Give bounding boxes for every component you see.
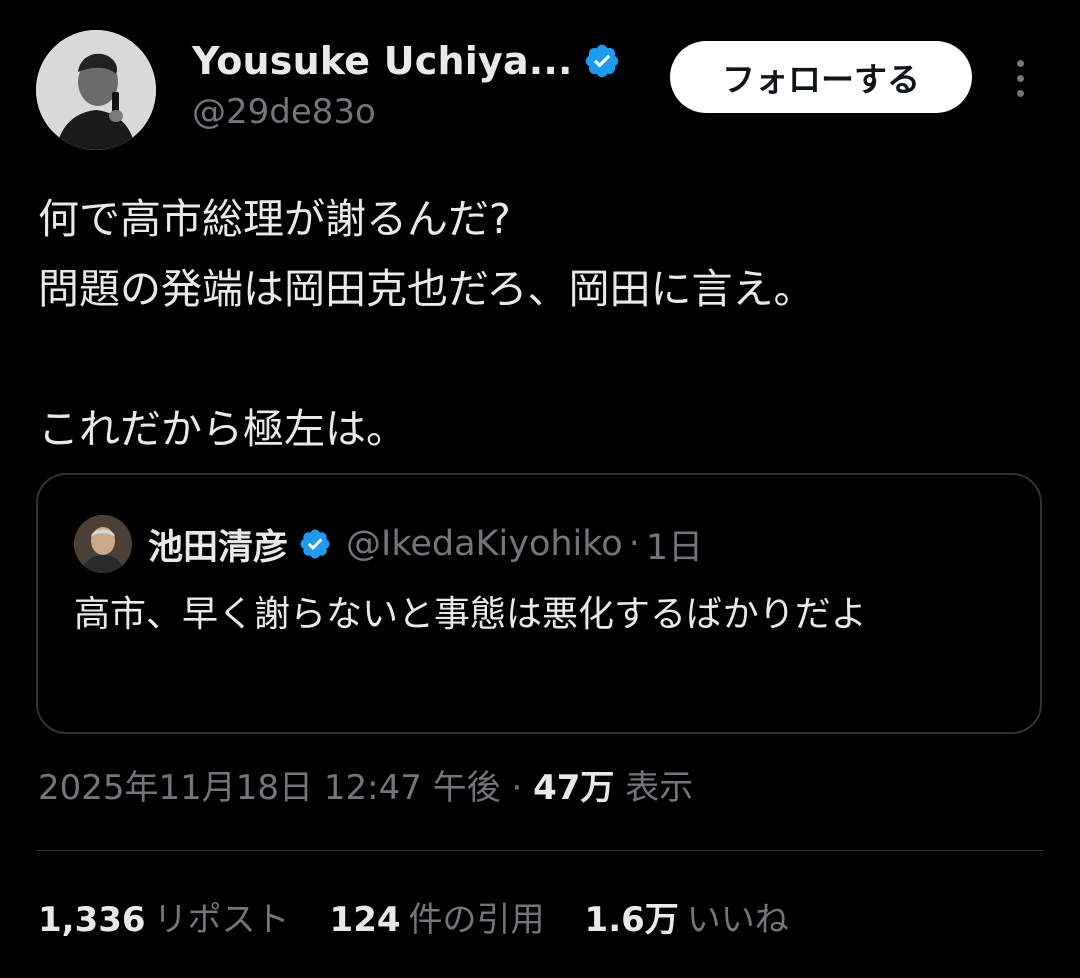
more-dot — [1016, 74, 1024, 82]
tweet-timestamp[interactable]: 2025年11月18日 12:47 午後 — [38, 768, 501, 808]
more-dot — [1016, 59, 1024, 67]
views-label: 表示 — [625, 768, 694, 808]
likes-stat[interactable]: 1.6万 いいね — [585, 892, 789, 941]
reposts-label: リポスト — [153, 900, 290, 940]
author-display-name[interactable]: Yousuke Uchiya... — [192, 39, 573, 83]
verified-badge-icon[interactable] — [298, 527, 332, 561]
engagement-stats: 1,336 リポスト 124 件の引用 1.6万 いいね — [38, 892, 789, 941]
reposts-stat[interactable]: 1,336 リポスト — [38, 892, 290, 941]
quoted-author-handle[interactable]: @IkedaKiyohiko — [346, 524, 623, 564]
tweet-line: 何で高市総理が謝るんだ? — [38, 195, 511, 243]
author-avatar[interactable] — [36, 30, 156, 150]
separator: · — [511, 768, 523, 808]
tweet-header: Yousuke Uchiya... @29de83o フォローする — [0, 0, 1080, 160]
quoted-author-name[interactable]: 池田清彦 — [148, 519, 288, 570]
quoted-author-avatar[interactable] — [74, 515, 132, 573]
separator: · — [628, 524, 640, 564]
more-vertical-icon[interactable] — [1000, 52, 1040, 104]
quotes-stat[interactable]: 124 件の引用 — [330, 892, 545, 941]
tweet-body: 何で高市総理が謝るんだ? 問題の発端は岡田克也だろ、岡田に言え。 これだから極左… — [38, 184, 1048, 464]
quoted-header: 池田清彦 @IkedaKiyohiko · 1日 — [148, 515, 703, 573]
likes-label: いいね — [686, 900, 789, 940]
quotes-label: 件の引用 — [408, 900, 545, 940]
author-handle[interactable]: @29de83o — [192, 92, 376, 132]
verified-badge-icon[interactable] — [583, 42, 621, 80]
quotes-count: 124 — [329, 900, 401, 940]
views-count: 47万 — [533, 768, 615, 808]
tweet-line: 問題の発端は岡田克也だろ、岡田に言え。 — [38, 265, 815, 313]
follow-button[interactable]: フォローする — [670, 41, 972, 113]
quoted-tweet-card[interactable]: 池田清彦 @IkedaKiyohiko · 1日 高市、早く謝らないと事態は悪化… — [36, 473, 1042, 734]
divider — [36, 850, 1044, 851]
likes-count: 1.6万 — [584, 900, 679, 940]
author-name-row: Yousuke Uchiya... — [192, 36, 621, 86]
tweet-meta: 2025年11月18日 12:47 午後 · 47万 表示 — [38, 760, 693, 809]
tweet-line: これだから極左は。 — [38, 405, 407, 453]
quoted-timestamp[interactable]: 1日 — [646, 519, 703, 570]
more-dot — [1016, 89, 1024, 97]
reposts-count: 1,336 — [38, 900, 146, 940]
quoted-text: 高市、早く謝らないと事態は悪化するばかりだよ — [74, 594, 867, 635]
